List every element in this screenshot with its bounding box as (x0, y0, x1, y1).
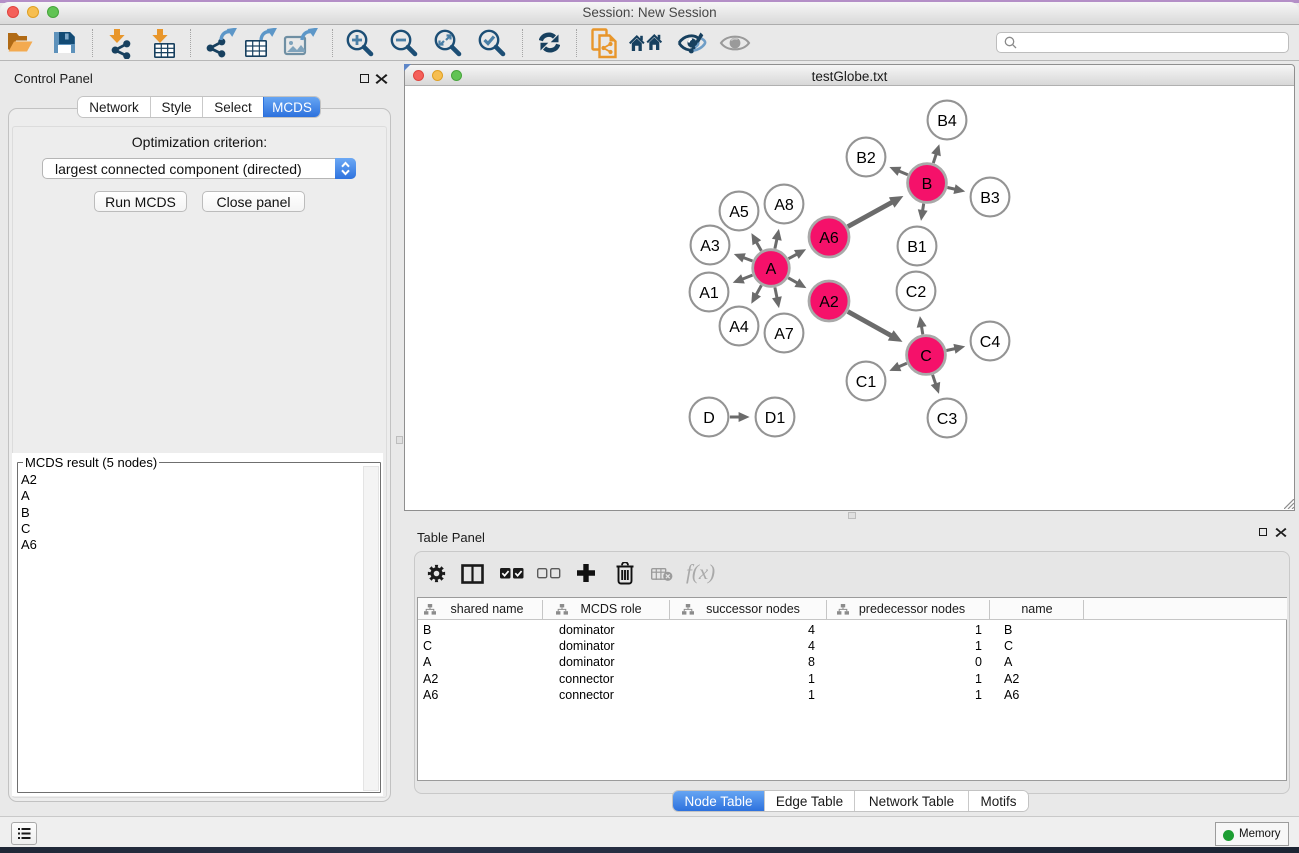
svg-text:C2: C2 (906, 284, 927, 301)
svg-text:C4: C4 (980, 334, 1001, 351)
svg-text:A3: A3 (700, 238, 720, 255)
svg-text:D: D (703, 410, 715, 427)
svg-text:A5: A5 (729, 204, 749, 221)
svg-text:C1: C1 (856, 374, 877, 391)
svg-text:A: A (766, 261, 777, 278)
svg-text:B1: B1 (907, 239, 927, 256)
svg-text:D1: D1 (765, 410, 786, 427)
svg-text:A1: A1 (699, 285, 719, 302)
svg-text:C3: C3 (937, 411, 958, 428)
svg-text:A7: A7 (774, 326, 794, 343)
svg-text:B3: B3 (980, 190, 1000, 207)
svg-text:B4: B4 (937, 113, 957, 130)
svg-text:A8: A8 (774, 197, 794, 214)
svg-text:A4: A4 (729, 319, 749, 336)
svg-text:A6: A6 (819, 230, 839, 247)
svg-text:A2: A2 (819, 294, 839, 311)
svg-text:B2: B2 (856, 150, 876, 167)
svg-text:C: C (920, 348, 932, 365)
svg-text:B: B (922, 176, 933, 193)
